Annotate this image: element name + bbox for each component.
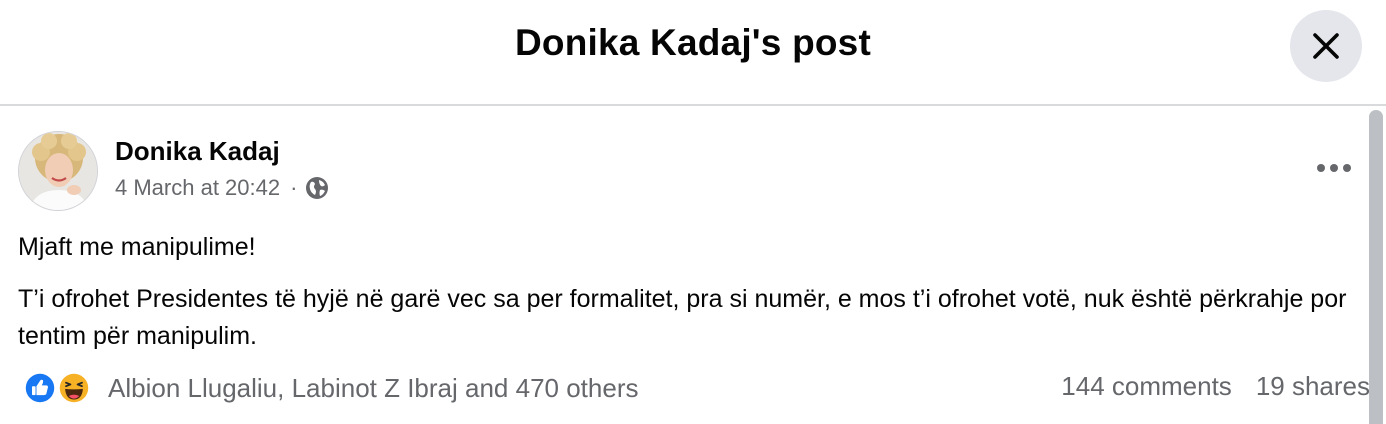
post-dialog: Donika Kadaj's post Donika Kadaj 4 March…	[0, 0, 1386, 424]
author-name[interactable]: Donika Kadaj	[115, 136, 280, 167]
reaction-icons	[22, 369, 98, 407]
reactors-text[interactable]: Albion Llugaliu, Labinot Z Ibraj and 470…	[108, 373, 638, 404]
more-options-button[interactable]	[1310, 152, 1358, 184]
more-options-icon	[1317, 164, 1351, 172]
reactions-summary[interactable]: Albion Llugaliu, Labinot Z Ibraj and 470…	[22, 368, 638, 408]
post-text-paragraph: T’i ofrohet Presidentes të hyjë në garë …	[18, 285, 1347, 350]
post-text-paragraph: Mjaft me manipulime!	[18, 233, 256, 261]
close-icon	[1313, 33, 1339, 59]
dialog-header: Donika Kadaj's post	[0, 0, 1386, 106]
dialog-title: Donika Kadaj's post	[515, 22, 871, 63]
post-meta: 4 March at 20:42 ·	[115, 175, 329, 201]
scrollbar[interactable]	[1369, 110, 1383, 424]
haha-reaction-icon	[56, 370, 92, 406]
meta-separator: ·	[290, 175, 298, 200]
post-timestamp[interactable]: 4 March at 20:42	[115, 175, 280, 201]
globe-icon[interactable]	[305, 176, 329, 200]
profile-photo	[19, 132, 97, 210]
shares-count[interactable]: 19 shares	[1256, 371, 1370, 402]
close-button[interactable]	[1290, 10, 1362, 82]
post-stats: 144 comments 19 shares	[1061, 371, 1370, 402]
comments-count[interactable]: 144 comments	[1061, 371, 1232, 402]
avatar[interactable]	[18, 131, 98, 211]
like-reaction-icon	[22, 370, 58, 406]
